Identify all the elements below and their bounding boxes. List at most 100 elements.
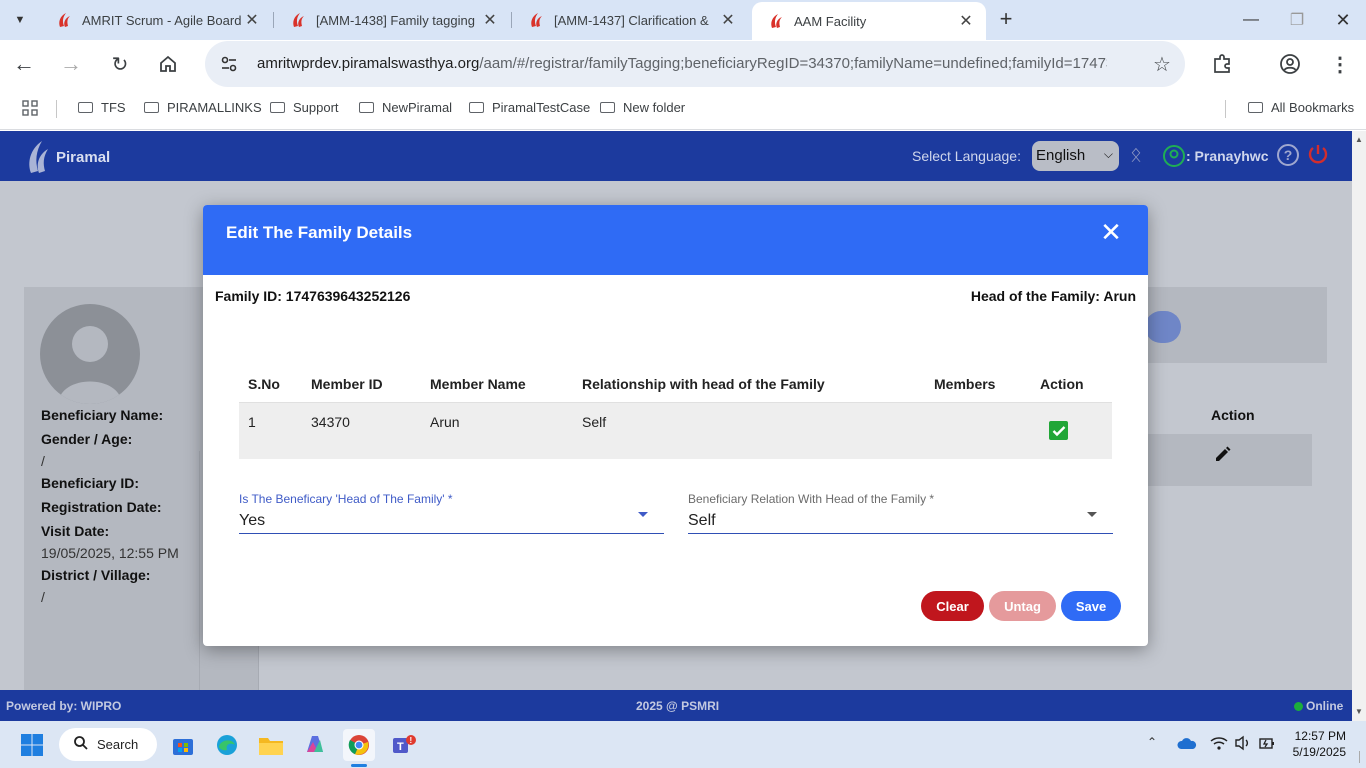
speaker-icon[interactable] (1234, 735, 1252, 756)
home-button[interactable] (148, 44, 188, 84)
gender-age-value: / (41, 453, 45, 469)
tab-amrit-scrum[interactable]: AMRIT Scrum - Agile Board ✕ (40, 0, 272, 40)
teams-icon[interactable]: T! (387, 729, 419, 761)
user-avatar-icon (1162, 144, 1186, 173)
restore-button[interactable]: ❐ (1274, 0, 1320, 40)
edit-pencil-icon[interactable] (1213, 444, 1233, 469)
beneficiary-avatar (40, 304, 140, 404)
forward-button[interactable]: → (51, 44, 91, 84)
tab-aam-facility[interactable]: AAM Facility ✕ (752, 2, 986, 40)
piramal-favicon-icon (56, 12, 72, 28)
piramal-logo-icon (29, 141, 48, 173)
cell-relationship: Self (582, 414, 607, 430)
relation-with-head-select[interactable]: Beneficiary Relation With Head of the Fa… (688, 492, 1113, 534)
bookmark-tfs[interactable]: TFS (78, 100, 126, 115)
show-desktop-button[interactable] (1359, 751, 1365, 763)
bookmark-new-folder[interactable]: New folder (600, 100, 685, 115)
minimize-button[interactable]: — (1228, 0, 1274, 40)
extensions-icon[interactable] (1210, 52, 1234, 81)
help-icon[interactable]: ? (1277, 144, 1299, 166)
svg-text:T: T (397, 741, 404, 753)
save-button[interactable]: Save (1061, 591, 1121, 621)
checkmark-icon (1052, 425, 1065, 436)
bookmark-piramaltestcase[interactable]: PiramalTestCase (469, 100, 590, 115)
col-members: Members (934, 376, 996, 392)
powered-by: Powered by: WIPRO (6, 699, 122, 713)
piramal-favicon-icon (768, 13, 784, 29)
windows-start-icon[interactable] (16, 729, 48, 761)
all-bookmarks[interactable]: All Bookmarks (1248, 100, 1354, 115)
select-language-label: Select Language: (912, 148, 1021, 164)
bookmark-support[interactable]: Support (270, 100, 339, 115)
relation-value: Self (688, 512, 716, 529)
district-village-label: District / Village: (41, 567, 151, 583)
piramal-favicon-icon (528, 12, 544, 28)
col-member-name: Member Name (430, 376, 526, 392)
user-name: : Pranayhwc (1186, 148, 1269, 164)
is-head-label: Is The Beneficary 'Head of The Family' * (239, 492, 453, 506)
folder-icon (1248, 102, 1263, 113)
clear-button[interactable]: Clear (921, 591, 984, 621)
close-dialog-button[interactable]: ✕ (1098, 219, 1124, 245)
folder-icon (270, 102, 285, 113)
profile-icon[interactable] (1278, 52, 1302, 81)
is-head-of-family-select[interactable]: Is The Beneficary 'Head of The Family' *… (239, 492, 664, 534)
battery-icon[interactable] (1258, 735, 1276, 756)
windows-taskbar: Search T! ⌃ 12:57 PM 5/19/2025 (0, 721, 1366, 768)
edit-family-dialog: Edit The Family Details ✕ Family ID: 174… (203, 205, 1148, 646)
bookmark-newpiramal[interactable]: NewPiramal (359, 100, 452, 115)
site-info-icon[interactable] (219, 54, 239, 79)
copyright: 2025 @ PSMRI (636, 699, 720, 713)
online-status-dot (1294, 702, 1303, 711)
page-scrollbar[interactable]: ▲ ▼ (1352, 131, 1366, 721)
apps-grid-icon[interactable] (22, 100, 38, 116)
tab-close-icon[interactable]: ✕ (718, 10, 738, 30)
clock-date[interactable]: 5/19/2025 (1290, 745, 1346, 759)
chrome-browser-icon[interactable] (343, 729, 375, 761)
piramal-logo: Piramal (26, 139, 110, 175)
folder-icon (359, 102, 374, 113)
tab-search-icon[interactable]: ▼ (8, 8, 32, 32)
logout-icon[interactable] (1307, 143, 1329, 170)
reload-button[interactable]: ↻ (100, 44, 140, 84)
edge-browser-icon[interactable] (211, 729, 243, 761)
visit-date-label: Visit Date: (41, 523, 110, 539)
url-text: amritwprdev.piramalswasthya.org/aam/#/re… (257, 55, 1107, 72)
folder-icon (469, 102, 484, 113)
language-select[interactable]: English ⌵ (1032, 141, 1119, 171)
browser-menu-icon[interactable]: ⋮ (1330, 52, 1350, 77)
wifi-icon[interactable] (1210, 735, 1228, 756)
member-checkbox[interactable] (1049, 421, 1068, 440)
tab-amm-1437[interactable]: [AMM-1437] Clarification & ✕ (512, 0, 748, 40)
file-explorer-icon[interactable] (255, 729, 287, 761)
bluetooth-icon[interactable]: ᛟ (1130, 144, 1142, 167)
chevron-down-icon: ⌵ (1103, 147, 1113, 161)
dialog-title: Edit The Family Details (226, 223, 413, 242)
app-footer: Powered by: WIPRO 2025 @ PSMRI Online (0, 690, 1352, 721)
microsoft-365-icon[interactable] (299, 729, 331, 761)
district-village-value: / (41, 589, 45, 605)
untag-button[interactable]: Untag (989, 591, 1056, 621)
back-button[interactable]: ← (4, 44, 44, 84)
address-bar[interactable]: amritwprdev.piramalswasthya.org/aam/#/re… (205, 41, 1185, 87)
onedrive-icon[interactable] (1177, 736, 1197, 755)
registration-date-label: Registration Date: (41, 499, 162, 515)
close-window-button[interactable]: ✕ (1320, 0, 1366, 40)
tab-close-icon[interactable]: ✕ (242, 10, 262, 30)
folder-icon (78, 102, 93, 113)
new-tab-button[interactable]: + (994, 8, 1018, 32)
family-id: Family ID: 1747639643252126 (215, 288, 411, 304)
chevron-up-icon[interactable]: ⌃ (1147, 735, 1157, 749)
tab-close-icon[interactable]: ✕ (480, 10, 500, 30)
folder-icon (600, 102, 615, 113)
bookmark-piramallinks[interactable]: PIRAMALLINKS (144, 100, 262, 115)
microsoft-store-icon[interactable] (167, 729, 199, 761)
tab-close-icon[interactable]: ✕ (956, 11, 976, 31)
cell-member-id: 34370 (311, 414, 350, 430)
bookmark-star-icon[interactable]: ☆ (1153, 52, 1171, 77)
clock-time[interactable]: 12:57 PM (1294, 729, 1346, 743)
svg-text:!: ! (410, 736, 413, 745)
tab-amm-1438[interactable]: [AMM-1438] Family tagging ✕ (274, 0, 510, 40)
taskbar-search-box[interactable]: Search (59, 728, 157, 761)
col-member-id: Member ID (311, 376, 383, 392)
